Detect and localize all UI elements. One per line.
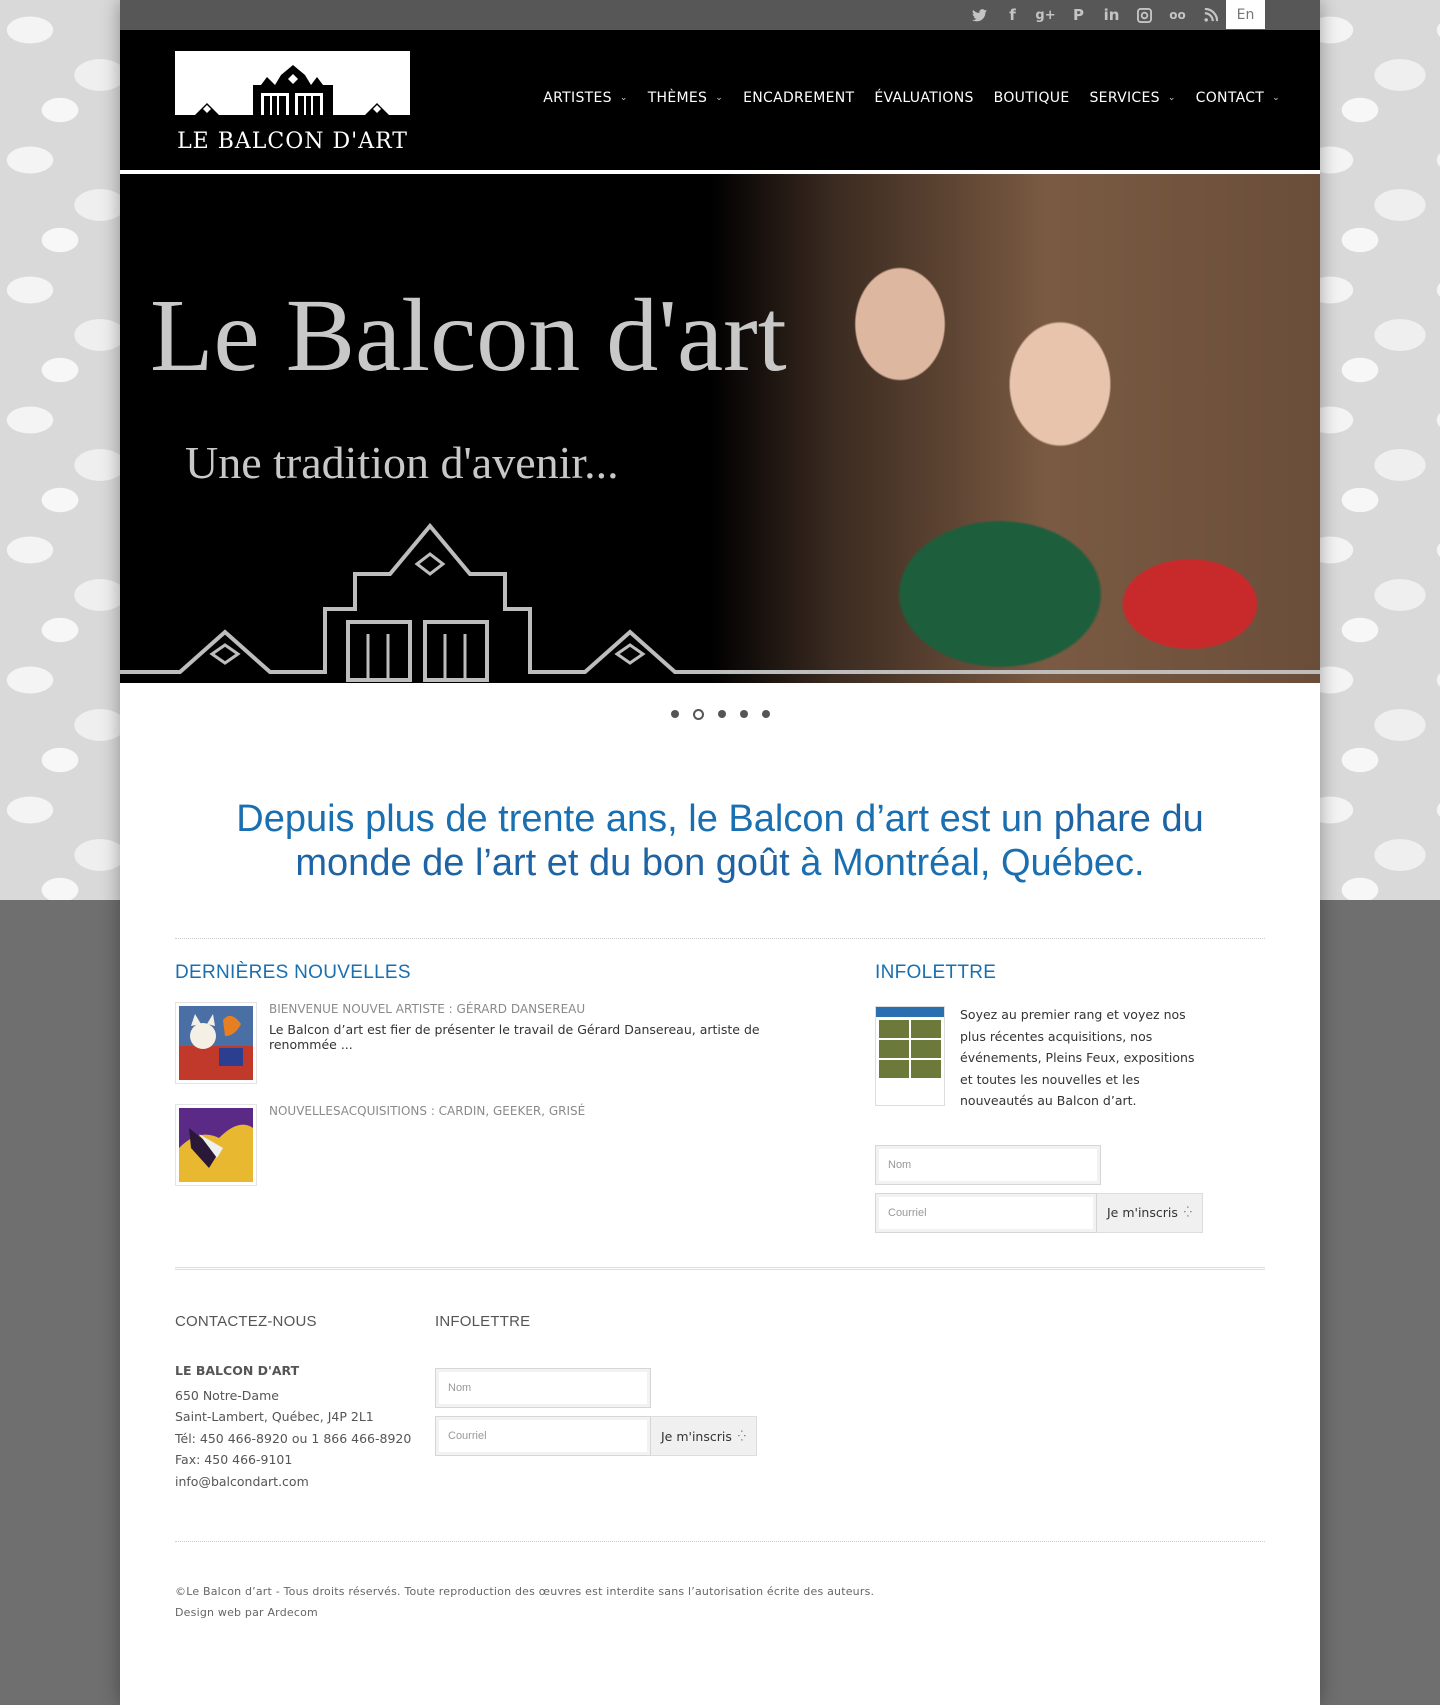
newsletter-section: INFOLETTRE Soyez au premier rang et voye… [875, 962, 1205, 1233]
nav-item-themes[interactable]: THÈMES ⌄ [648, 90, 723, 106]
copyright-block: ©Le Balcon d’art - Tous droits réservés.… [175, 1581, 874, 1623]
nav-item-artistes[interactable]: ARTISTES ⌄ [543, 90, 627, 106]
newsletter-intro: Soyez au premier rang et voyez nos plus … [875, 1006, 1205, 1112]
footer-divider [175, 1541, 1265, 1542]
hero-title: Le Balcon d'art [150, 278, 787, 393]
logo-emblem [175, 51, 410, 123]
newsletter-text: Soyez au premier rang et voyez nos plus … [960, 1007, 1195, 1108]
chevron-down-icon: ⌄ [1167, 93, 1176, 103]
spinner-icon: ⁛ [737, 1430, 746, 1442]
footer-subscribe-button[interactable]: Je m'inscris ⁛ [651, 1416, 757, 1456]
page-container: f g+ P in oo En LE BALCON D'ART ARTISTES… [120, 0, 1320, 1705]
email-link[interactable]: info@balcondart.com [175, 1471, 415, 1493]
hero-building-outline [120, 522, 1320, 682]
rss-icon[interactable] [1194, 0, 1227, 30]
news-title[interactable]: NOUVELLESACQUISITIONS : CARDIN, GEEKER, … [269, 1104, 585, 1118]
news-text: BIENVENUE NOUVEL ARTISTE : GÉRARD DANSER… [269, 1002, 815, 1084]
nav-item-encadrement[interactable]: ENCADREMENT [743, 90, 854, 106]
chevron-down-icon: ⌄ [619, 93, 628, 103]
footer-contact-heading: CONTACTEZ-NOUS [175, 1313, 317, 1330]
newsletter-email-input[interactable]: Courriel [875, 1192, 1097, 1233]
social-links: f g+ P in oo [963, 0, 1227, 30]
nav-item-services[interactable]: SERVICES ⌄ [1090, 90, 1176, 106]
footer-newsletter-heading: INFOLETTRE [435, 1313, 531, 1330]
header: LE BALCON D'ART ARTISTES ⌄ THÈMES ⌄ ENCADR… [120, 30, 1320, 170]
footer-newsletter: INFOLETTRE Nom Courriel Je m'inscris ⁛ [435, 1313, 765, 1456]
slider-pagination [120, 683, 1320, 745]
slider-dot[interactable] [761, 710, 770, 718]
newsletter-heading: INFOLETTRE [875, 962, 997, 983]
company-name: LE BALCON D'ART [175, 1363, 300, 1378]
news-title[interactable]: BIENVENUE NOUVEL ARTISTE : GÉRARD DANSER… [269, 1002, 815, 1016]
news-heading: DERNIÈRES NOUVELLES [175, 962, 411, 983]
nav-item-boutique[interactable]: BOUTIQUE [994, 90, 1070, 106]
news-item[interactable]: NOUVELLESACQUISITIONS : CARDIN, GEEKER, … [175, 1104, 815, 1186]
slider-dot-active[interactable] [692, 708, 704, 720]
logo[interactable]: LE BALCON D'ART [175, 51, 410, 157]
section-divider [175, 1267, 1265, 1270]
google-plus-icon[interactable]: g+ [1029, 0, 1062, 30]
section-divider [175, 938, 1265, 939]
nav-item-evaluations[interactable]: ÉVALUATIONS [874, 90, 973, 106]
main-nav: ARTISTES ⌄ THÈMES ⌄ ENCADREMENT ÉVALUATION… [523, 90, 1280, 106]
slider-dot[interactable] [739, 710, 748, 718]
footer-subscribe-row: Courriel Je m'inscris ⁛ [435, 1416, 765, 1456]
twitter-icon[interactable] [963, 0, 996, 30]
subscribe-button[interactable]: Je m'inscris ⁛ [1097, 1192, 1203, 1233]
nav-item-contact[interactable]: CONTACT ⌄ [1196, 90, 1280, 106]
newsletter-name-input[interactable]: Nom [875, 1144, 1101, 1185]
newsletter-preview-image [875, 1006, 945, 1106]
news-excerpt: Le Balcon d’art est fier de présenter le… [269, 1022, 760, 1052]
tagline: Depuis plus de trente ans, le Balcon d’a… [175, 797, 1265, 885]
news-item[interactable]: BIENVENUE NOUVEL ARTISTE : GÉRARD DANSER… [175, 1002, 815, 1084]
language-switch[interactable]: En [1226, 0, 1265, 29]
spinner-icon: ⁛ [1183, 1207, 1192, 1218]
design-credit[interactable]: Design web par Ardecom [175, 1602, 874, 1623]
tagline-part: à Montréal, Québec. [789, 842, 1145, 884]
top-bar: f g+ P in oo En [120, 0, 1320, 30]
chevron-down-icon: ⌄ [715, 93, 724, 103]
address-line: 650 Notre-Dame [175, 1387, 279, 1403]
facebook-icon[interactable]: f [996, 0, 1029, 30]
news-section: DERNIÈRES NOUVELLES BIENVENUE NOUVEL ART… [175, 962, 815, 1206]
address-line: Saint-Lambert, Québec, J4P 2L1 [175, 1409, 374, 1424]
fax: Fax: 450 466-9101 [175, 1452, 293, 1467]
chevron-down-icon: ⌄ [1272, 93, 1280, 103]
phone: Tél: 450 466-8920 ou 1 866 466-8920 [175, 1430, 412, 1446]
hero-slider[interactable]: Le Balcon d'art Une tradition d'avenir..… [120, 174, 1320, 683]
news-thumbnail[interactable] [175, 1002, 257, 1084]
copyright-text: ©Le Balcon d’art - Tous droits réservés.… [175, 1585, 875, 1598]
instagram-icon[interactable] [1128, 0, 1161, 30]
footer-email-input[interactable]: Courriel [435, 1416, 651, 1456]
newsletter-subscribe-row: Courriel Je m'inscris ⁛ [875, 1192, 1205, 1233]
footer-name-input[interactable]: Nom [435, 1368, 651, 1408]
pinterest-icon[interactable]: P [1062, 0, 1095, 30]
tripadvisor-icon[interactable]: oo [1161, 0, 1194, 30]
slider-dot[interactable] [717, 710, 726, 718]
linkedin-icon[interactable]: in [1095, 0, 1128, 30]
hero-subtitle: Une tradition d'avenir... [185, 437, 619, 488]
news-thumbnail[interactable] [175, 1104, 257, 1186]
slider-dot[interactable] [670, 710, 679, 718]
logo-text: LE BALCON D'ART [177, 129, 408, 154]
news-text: NOUVELLESACQUISITIONS : CARDIN, GEEKER, … [269, 1104, 585, 1186]
footer-contact: CONTACTEZ-NOUS LE BALCON D'ART 650 Notre… [175, 1313, 415, 1492]
contact-details: LE BALCON D'ART 650 Notre-Dame Saint-Lam… [175, 1360, 415, 1492]
tagline-part: Depuis plus de trente ans, le Balcon d’a… [236, 798, 1054, 840]
